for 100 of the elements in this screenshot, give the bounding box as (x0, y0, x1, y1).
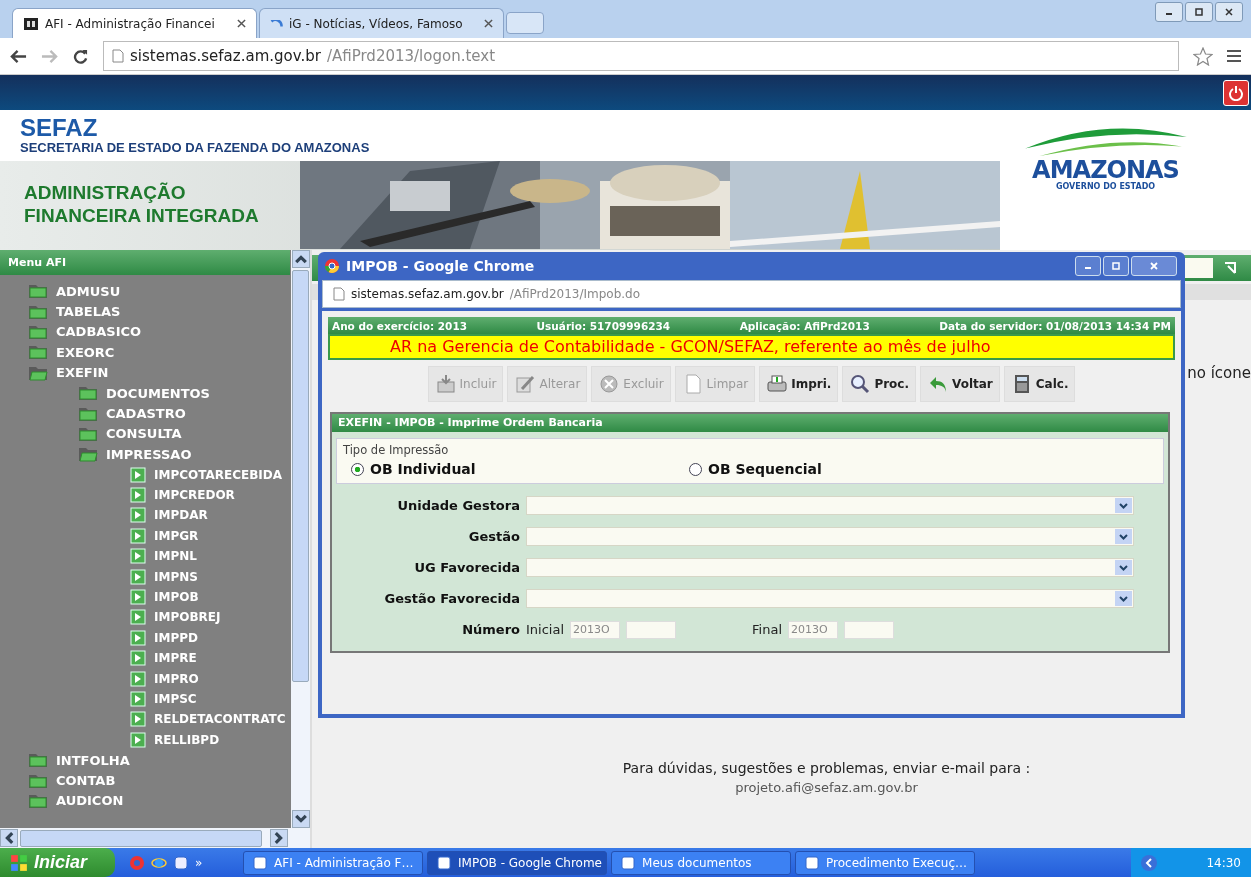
dropdown-field[interactable] (526, 558, 1134, 577)
toolbar-button[interactable]: Impri. (759, 366, 839, 402)
menu-item[interactable]: EXEFIN (0, 362, 290, 383)
browser-tab[interactable]: iG - Notícias, Vídeos, Famoso (259, 8, 504, 38)
scroll-up-button[interactable] (291, 250, 310, 268)
arrow-page-icon (130, 548, 146, 565)
power-icon (1228, 84, 1244, 101)
page-icon (112, 49, 124, 63)
toolbar-icon (514, 373, 537, 395)
menu-item[interactable]: TABELAS (0, 301, 290, 322)
field-label: Inicial (526, 622, 565, 637)
scroll-down-button[interactable] (291, 810, 310, 828)
close-button[interactable] (1215, 2, 1243, 22)
folder-icon (28, 792, 48, 809)
field-label: Gestão (467, 529, 520, 544)
scroll-right-button[interactable] (270, 829, 288, 847)
toolbar-button[interactable]: Proc. (842, 366, 917, 402)
info-text: Aplicação: AfiPrd2013 (739, 319, 870, 332)
menu-item[interactable]: IMPOBREJ (0, 607, 290, 628)
back-icon[interactable] (10, 48, 27, 64)
menu-item[interactable]: IMPNL (0, 546, 290, 567)
taskbar-button[interactable]: Meus documentos (611, 850, 792, 875)
field-label: Unidade Gestora (396, 498, 520, 513)
menu-item[interactable]: INTFOLHA (0, 750, 290, 771)
menu-item[interactable]: DOCUMENTOS (0, 382, 290, 404)
toolbar-button[interactable]: Voltar (920, 366, 1000, 402)
toolbar-icon (766, 373, 789, 395)
menu-item[interactable]: IMPOB (0, 586, 290, 608)
email-link[interactable]: projeto.afi@sefaz.am.gov.br (402, 778, 1251, 798)
dropdown-field[interactable] (526, 589, 1134, 608)
toolbar-button[interactable]: Calc. (1003, 366, 1076, 402)
logo-name: AMAZONAS (1032, 158, 1179, 182)
maximize-icon (1194, 7, 1204, 17)
app-icon[interactable] (173, 854, 190, 871)
menu-item[interactable]: IMPRO (0, 668, 290, 689)
menu-item[interactable]: RELDETACONTRATC (0, 709, 290, 730)
bookmark-star-icon[interactable] (1193, 46, 1213, 66)
menu-item[interactable]: IMPRE (0, 648, 290, 669)
menu-item[interactable]: CADASTRO (0, 403, 290, 424)
menu-item[interactable]: RELLIBPD (0, 729, 290, 750)
radio-option[interactable]: OB Individual (351, 461, 681, 477)
address-field: sistemas.sefaz.am.gov.br /AfiPrd2013/Impob.do (322, 280, 1181, 308)
maximize-button[interactable] (1185, 2, 1213, 22)
menu-item[interactable]: EXEORC (0, 342, 290, 363)
reload-icon[interactable] (72, 48, 89, 64)
input-field[interactable] (1185, 258, 1213, 278)
maximize-icon (1111, 261, 1121, 271)
clock: 14:30 (1206, 855, 1241, 870)
menu-item[interactable]: IMPNS (0, 566, 290, 587)
menu-item[interactable]: ADMUSU (0, 281, 290, 302)
menu-item[interactable]: CADBASICO (0, 321, 290, 343)
site-subtitle: SECRETARIA DE ESTADO DA FAZENDA DO AMAZONAS (19, 140, 371, 155)
open-folder-icon (78, 446, 98, 463)
menu-item[interactable]: CONTAB (0, 770, 290, 791)
scroll-left-button[interactable] (0, 829, 18, 847)
new-tab-button[interactable] (506, 12, 544, 34)
menu-item[interactable]: IMPCOTARECEBIDA (0, 464, 290, 485)
scrollbar[interactable] (0, 828, 310, 848)
taskbar-button[interactable]: AFI - Administração F… (243, 850, 424, 875)
taskbar-button[interactable]: Procedimento Execuç… (795, 850, 976, 875)
info-text: Data do servidor: 01/08/2013 14:34 PM (939, 319, 1171, 332)
arrow-page-icon (130, 466, 146, 483)
dropdown-field[interactable] (526, 496, 1134, 515)
minimize-button[interactable] (1155, 2, 1183, 22)
window-title: IMPOB - Google Chrome (346, 258, 536, 274)
menu-item[interactable]: IMPGR (0, 525, 290, 547)
close-icon[interactable] (484, 19, 493, 28)
start-button[interactable]: Iniciar (0, 848, 116, 877)
folder-icon (28, 772, 48, 789)
address-field[interactable]: sistemas.sefaz.am.gov.br /AfiPrd2013/logon.text (103, 41, 1179, 71)
folder-icon (28, 344, 48, 361)
menu-item[interactable]: IMPCREDOR (0, 484, 290, 506)
menu-item[interactable]: IMPSC (0, 688, 290, 710)
dropdown-field[interactable] (526, 527, 1134, 546)
browser-tab[interactable]: AFI - Administração Financei (12, 8, 257, 38)
power-button[interactable] (1223, 79, 1249, 106)
field-label: UG Favorecida (413, 560, 520, 575)
radio-button[interactable] (351, 462, 364, 476)
app-icon (804, 854, 821, 871)
more-button[interactable]: » (195, 855, 203, 870)
radio-button[interactable] (689, 462, 702, 476)
menu-item[interactable]: IMPDAR (0, 505, 290, 526)
arrow-page-icon (130, 691, 146, 707)
folder-icon (78, 405, 98, 422)
footer-text: Para dúvidas, sugestões e problemas, enviar e-mail para : (621, 759, 1032, 778)
app-icon (620, 854, 637, 871)
menu-item[interactable]: CONSULTA (0, 423, 290, 445)
scrollbar[interactable] (291, 250, 310, 828)
radio-option[interactable]: OB Sequencial (689, 461, 1019, 477)
menu-item[interactable]: IMPRESSAO (0, 444, 290, 465)
menu-item[interactable]: IMPPD (0, 627, 290, 649)
menu-item[interactable]: AUDICON (0, 790, 290, 812)
browser-icon (324, 258, 340, 274)
close-icon[interactable] (237, 19, 246, 28)
arrow-page-icon (130, 568, 146, 585)
menu-icon[interactable] (1227, 50, 1241, 62)
taskbar-button[interactable]: IMPOB - Google Chrome (427, 850, 608, 875)
arrow-page-icon (130, 527, 146, 544)
loading-icon (270, 19, 283, 28)
system-name: FINANCEIRA INTEGRADA (24, 204, 260, 227)
